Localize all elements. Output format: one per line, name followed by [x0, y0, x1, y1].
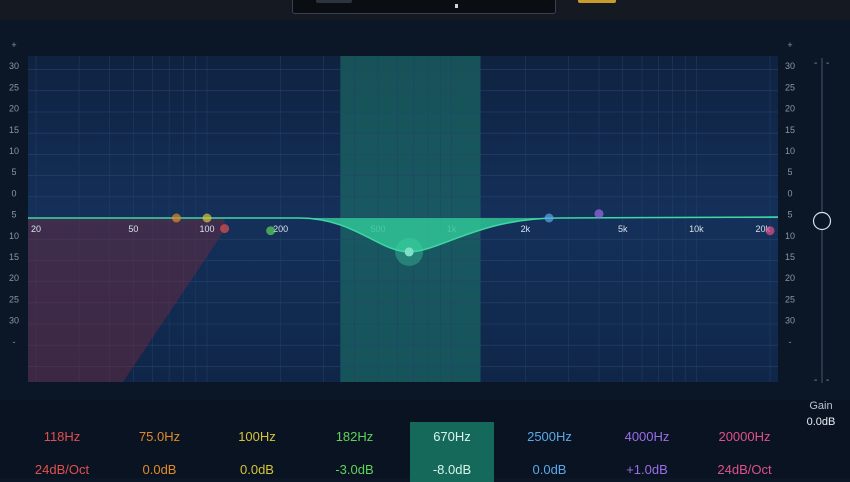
band-3-handle[interactable] — [202, 213, 212, 223]
eq-graph[interactable]: +30252015105051015202530-+30252015105051… — [0, 20, 850, 400]
freq-tick-label: 50 — [128, 224, 138, 234]
db-label-left: + — [11, 40, 16, 50]
band-7-gain[interactable]: +1.0dB — [605, 462, 689, 477]
db-label-left: 30 — [9, 316, 19, 326]
band-8-parameters[interactable]: 20000Hz 24dB/Oct — [703, 422, 787, 478]
band-2-handle[interactable] — [171, 213, 181, 223]
db-label-right: 15 — [785, 252, 795, 262]
band-3-parameters[interactable]: 100Hz 0.0dB — [215, 422, 299, 478]
svg-text:-: - — [826, 58, 829, 69]
db-label-right: 15 — [785, 125, 795, 135]
band-8-handle[interactable] — [765, 226, 775, 236]
db-label-right: 0 — [787, 188, 792, 198]
db-label-left: 5 — [11, 167, 16, 177]
band-7-handle[interactable] — [594, 209, 604, 219]
band-1-handle[interactable] — [220, 224, 230, 234]
db-label-right: 5 — [787, 210, 792, 220]
db-label-left: 15 — [9, 125, 19, 135]
bypass-button[interactable] — [578, 0, 616, 3]
db-label-left: 5 — [11, 210, 16, 220]
preset-menu-button[interactable] — [316, 0, 352, 3]
db-label-right: 20 — [785, 104, 795, 114]
db-label-left: 10 — [9, 231, 19, 241]
band-4-gain[interactable]: -3.0dB — [313, 462, 397, 477]
freq-tick-label: 5k — [618, 224, 628, 234]
db-label-right: - — [789, 337, 792, 347]
band-parameters-panel: 118Hz 24dB/Oct 75.0Hz 0.0dB 100Hz 0.0dB 182Hz -… — [0, 400, 850, 482]
db-label-right: 10 — [785, 231, 795, 241]
band-8-frequency[interactable]: 20000Hz — [703, 429, 787, 444]
db-label-left: 15 — [9, 252, 19, 262]
band-2-parameters[interactable]: 75.0Hz 0.0dB — [118, 422, 202, 478]
band-8-gain[interactable]: 24dB/Oct — [703, 462, 787, 477]
band-3-gain[interactable]: 0.0dB — [215, 462, 299, 477]
band-5-frequency[interactable]: 670Hz — [410, 429, 494, 444]
band-1-gain[interactable]: 24dB/Oct — [20, 462, 104, 477]
freq-tick-label: 10k — [689, 224, 704, 234]
db-label-left: 25 — [9, 294, 19, 304]
band-4-frequency[interactable]: 182Hz — [313, 429, 397, 444]
output-gain-label: Gain — [809, 400, 833, 412]
preset-indicator — [455, 4, 458, 8]
db-label-right: + — [787, 40, 792, 50]
svg-text:-: - — [814, 58, 817, 69]
band-6-gain[interactable]: 0.0dB — [508, 462, 592, 477]
band-6-frequency[interactable]: 2500Hz — [508, 429, 592, 444]
band-4-handle[interactable] — [266, 226, 276, 236]
db-label-left: 20 — [9, 273, 19, 283]
band-3-frequency[interactable]: 100Hz — [215, 429, 299, 444]
db-label-right: 25 — [785, 294, 795, 304]
freq-tick-label: 100 — [199, 224, 214, 234]
band-5-parameters[interactable]: 670Hz -8.0dB — [410, 422, 494, 482]
band-5-gain[interactable]: -8.0dB — [410, 462, 494, 477]
band-7-frequency[interactable]: 4000Hz — [605, 429, 689, 444]
db-label-left: 30 — [9, 61, 19, 71]
db-label-right: 10 — [785, 146, 795, 156]
db-label-left: 0 — [11, 188, 16, 198]
top-toolbar — [0, 0, 850, 20]
db-label-left: 20 — [9, 104, 19, 114]
freq-tick-label: 2k — [521, 224, 531, 234]
band-2-gain[interactable]: 0.0dB — [118, 462, 202, 477]
output-gain-slider[interactable]: - - - - — [812, 58, 832, 383]
band-5-handle[interactable] — [404, 247, 414, 257]
band-4-parameters[interactable]: 182Hz -3.0dB — [313, 422, 397, 478]
db-label-left: 10 — [9, 146, 19, 156]
band-1-parameters[interactable]: 118Hz 24dB/Oct — [20, 422, 104, 478]
output-gain-knob — [812, 211, 832, 231]
freq-tick-label: 200 — [273, 224, 288, 234]
db-label-right: 5 — [787, 167, 792, 177]
db-label-left: - — [13, 337, 16, 347]
svg-text:-: - — [826, 375, 829, 383]
db-label-right: 25 — [785, 82, 795, 92]
band-6-parameters[interactable]: 2500Hz 0.0dB — [508, 422, 592, 478]
svg-text:-: - — [814, 375, 817, 383]
freq-tick-label: 20 — [31, 224, 41, 234]
db-label-right: 30 — [785, 61, 795, 71]
band-7-parameters[interactable]: 4000Hz +1.0dB — [605, 422, 689, 478]
band-1-frequency[interactable]: 118Hz — [20, 429, 104, 444]
db-label-left: 25 — [9, 82, 19, 92]
db-label-right: 20 — [785, 273, 795, 283]
band-2-frequency[interactable]: 75.0Hz — [118, 429, 202, 444]
output-gain-value[interactable]: 0.0dB — [800, 416, 842, 428]
band-6-handle[interactable] — [544, 213, 554, 223]
db-label-right: 30 — [785, 316, 795, 326]
